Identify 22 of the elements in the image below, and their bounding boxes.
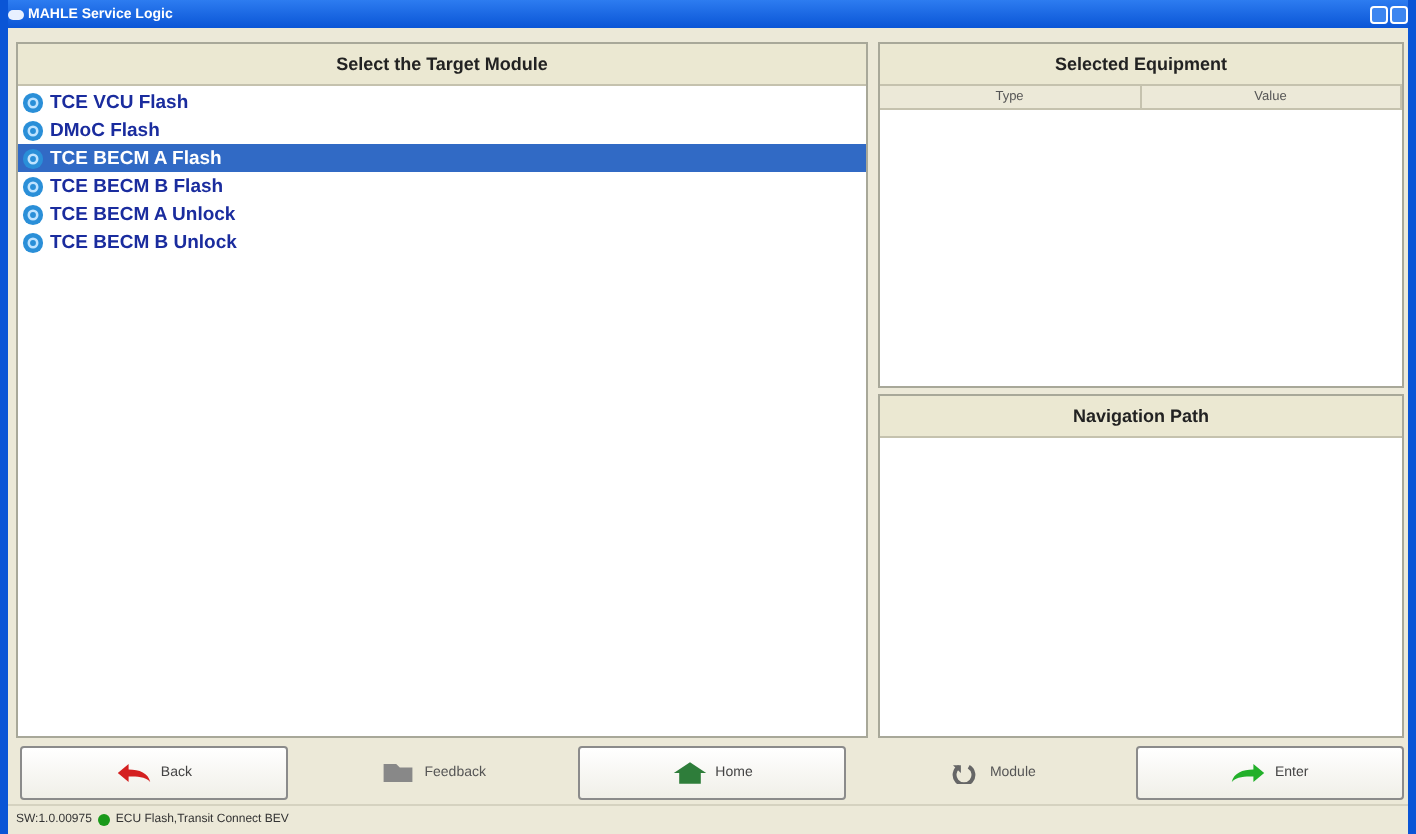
folder-icon <box>380 762 417 784</box>
module-icon <box>22 203 44 225</box>
module-item[interactable]: TCE BECM A Flash <box>18 144 866 172</box>
module-icon <box>22 91 44 113</box>
panel-header: Selected Equipment <box>880 44 1402 86</box>
maximize-button[interactable] <box>1390 5 1408 23</box>
module-icon <box>22 175 44 197</box>
module-item[interactable]: TCE BECM B Flash <box>18 172 866 200</box>
module-item[interactable]: TCE BECM B Unlock <box>18 228 866 256</box>
back-arrow-icon <box>116 762 153 784</box>
module-item[interactable]: TCE VCU Flash <box>18 88 866 116</box>
panel-header: Navigation Path <box>880 396 1402 438</box>
house-icon <box>671 762 708 784</box>
module-item[interactable]: TCE BECM A Unlock <box>18 200 866 228</box>
panel-header: Select the Target Module <box>18 44 866 86</box>
app-logo-icon <box>8 9 24 19</box>
module-icon <box>22 147 44 169</box>
module-item[interactable]: DMoC Flash <box>18 116 866 144</box>
minimize-button[interactable] <box>1370 5 1388 23</box>
module-icon <box>22 231 44 253</box>
module-icon <box>22 119 44 141</box>
forward-arrow-icon <box>1230 762 1267 784</box>
